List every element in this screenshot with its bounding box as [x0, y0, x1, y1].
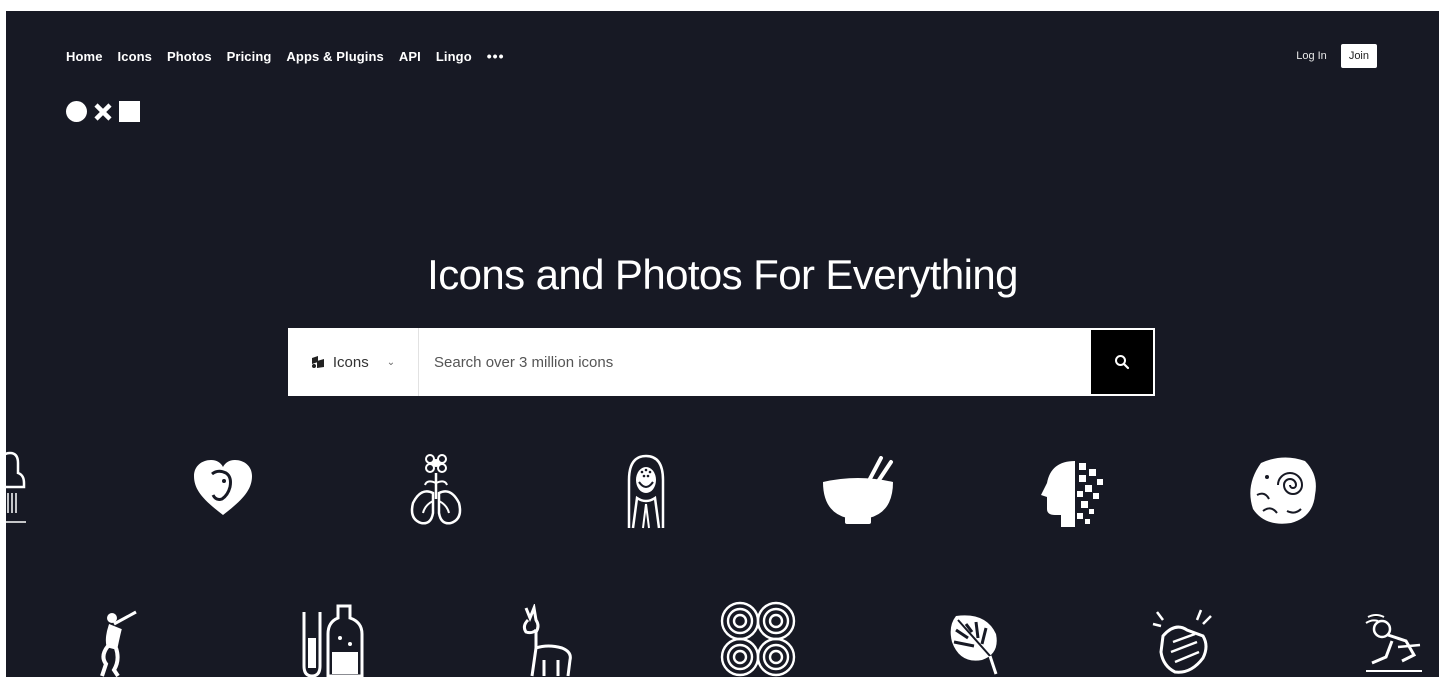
more-menu-icon[interactable]: •••	[487, 48, 505, 64]
clapping-hands-icon[interactable]	[1150, 607, 1222, 677]
page-frame: Home Icons Photos Pricing Apps & Plugins…	[6, 11, 1439, 677]
nav-apps-plugins[interactable]: Apps & Plugins	[286, 49, 383, 64]
logo-x-icon	[94, 102, 112, 121]
fossil-ammonite-icon[interactable]	[1246, 454, 1320, 528]
noun-project-logo[interactable]	[66, 101, 140, 122]
search-type-dropdown[interactable]: Icons ⌄	[288, 328, 419, 396]
skateboarder-icon[interactable]	[1362, 611, 1426, 677]
llama-icon[interactable]	[518, 604, 574, 677]
search-bar: Icons ⌄	[288, 328, 1155, 396]
dancer-icon[interactable]	[96, 608, 140, 677]
spiral-pattern-icon[interactable]	[718, 601, 798, 677]
flower-lungs-icon[interactable]	[406, 452, 466, 527]
search-icon	[1115, 355, 1130, 370]
nav-api[interactable]: API	[399, 49, 421, 64]
nav-lingo[interactable]: Lingo	[436, 49, 472, 64]
heart-face-icon[interactable]	[190, 458, 256, 518]
join-button[interactable]: Join	[1340, 44, 1377, 68]
woman-portrait-icon[interactable]	[616, 451, 676, 531]
bowl-chopsticks-icon[interactable]	[818, 455, 898, 527]
icons-type-icon	[311, 356, 324, 368]
nav-icons[interactable]: Icons	[118, 49, 152, 64]
nav-home[interactable]: Home	[66, 49, 103, 64]
search-type-label: Icons	[332, 353, 369, 371]
shower-icon[interactable]	[6, 451, 36, 526]
chevron-down-icon: ⌄	[386, 356, 396, 368]
pixel-head-icon[interactable]	[1038, 456, 1110, 530]
logo-circle-icon	[66, 101, 87, 122]
nav-photos[interactable]: Photos	[167, 49, 212, 64]
search-input[interactable]	[419, 328, 1091, 396]
login-link[interactable]: Log In	[1296, 50, 1327, 62]
test-tube-bottle-icon[interactable]	[298, 604, 368, 677]
hero-title: Icons and Photos For Everything	[427, 251, 1018, 298]
logo-square-icon	[119, 101, 140, 122]
search-button[interactable]	[1091, 330, 1153, 394]
top-navigation: Home Icons Photos Pricing Apps & Plugins…	[66, 48, 504, 64]
nav-pricing[interactable]: Pricing	[227, 49, 272, 64]
monstera-leaf-icon[interactable]	[946, 611, 1002, 677]
auth-area: Log In Join	[1296, 44, 1377, 68]
